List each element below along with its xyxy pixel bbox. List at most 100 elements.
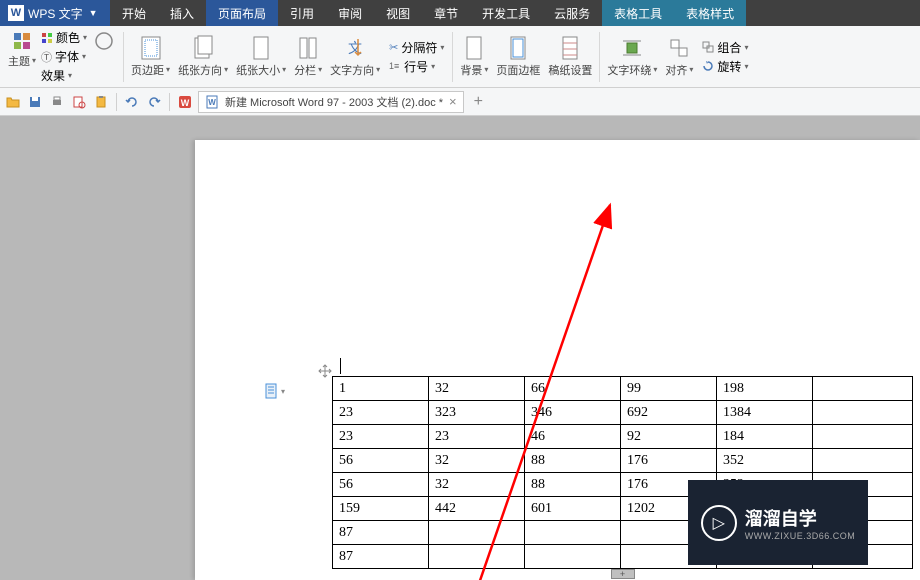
table-cell[interactable]: 32 (429, 377, 525, 401)
save-icon[interactable] (26, 93, 44, 111)
table-cell[interactable]: 87 (333, 521, 429, 545)
app-logo[interactable]: W WPS 文字 ▼ (4, 5, 102, 22)
table-cell[interactable]: 88 (525, 449, 621, 473)
table-row[interactable]: 1326699198 (333, 377, 913, 401)
manuscript-button[interactable]: 稿纸设置 (544, 34, 596, 80)
line-number-button[interactable]: 1≡行号▾ (386, 57, 447, 75)
menu-table-style[interactable]: 表格样式 (674, 0, 746, 26)
background-button[interactable]: 背景▾ (456, 34, 492, 80)
menu-chapter[interactable]: 章节 (422, 0, 470, 26)
text-direction-button[interactable]: 文 文字方向▾ (326, 34, 384, 80)
table-cell[interactable]: 352 (717, 449, 813, 473)
page-border-icon (506, 36, 530, 60)
table-cell[interactable]: 23 (333, 425, 429, 449)
menu-reference[interactable]: 引用 (278, 0, 326, 26)
wps-home-icon[interactable]: W (176, 93, 194, 111)
document-area: ▾ 13266991982332334669213842323469218456… (0, 116, 920, 580)
page-margin-icon (139, 36, 163, 60)
quick-separator (169, 93, 170, 111)
paper-size-button[interactable]: 纸张大小▾ (232, 34, 290, 80)
table-cell[interactable]: 92 (621, 425, 717, 449)
group-button[interactable]: 组合▾ (699, 38, 751, 56)
table-cell[interactable]: 66 (525, 377, 621, 401)
menu-cloud[interactable]: 云服务 (542, 0, 602, 26)
document-name: 新建 Microsoft Word 97 - 2003 文档 (2).doc * (225, 94, 443, 110)
table-cell[interactable]: 87 (333, 545, 429, 569)
table-cell[interactable]: 346 (525, 401, 621, 425)
table-row[interactable]: 23234692184 (333, 425, 913, 449)
table-cell[interactable]: 23 (333, 401, 429, 425)
document-tab[interactable]: W 新建 Microsoft Word 97 - 2003 文档 (2).doc… (198, 91, 464, 113)
table-cell[interactable]: 692 (621, 401, 717, 425)
page-border-button[interactable]: 页面边框 (492, 34, 544, 80)
add-tab-button[interactable]: + (468, 93, 489, 111)
menu-devtools[interactable]: 开发工具 (470, 0, 542, 26)
table-cell[interactable]: 323 (429, 401, 525, 425)
table-cell[interactable]: 56 (333, 449, 429, 473)
menu-start[interactable]: 开始 (110, 0, 158, 26)
table-cell[interactable]: 198 (717, 377, 813, 401)
table-cell[interactable] (525, 521, 621, 545)
table-cell[interactable]: 46 (525, 425, 621, 449)
table-cell[interactable]: 56 (333, 473, 429, 497)
table-cell[interactable]: 1 (333, 377, 429, 401)
undo-icon[interactable] (123, 93, 141, 111)
menu-table-tools[interactable]: 表格工具 (602, 0, 674, 26)
table-cell[interactable] (813, 401, 913, 425)
chevron-down-icon: ▼ (89, 8, 98, 18)
table-row[interactable]: 563288176352 (333, 449, 913, 473)
menu-page-layout[interactable]: 页面布局 (206, 0, 278, 26)
close-tab-icon[interactable]: × (449, 94, 457, 109)
table-cell[interactable]: 88 (525, 473, 621, 497)
paper-size-icon (249, 36, 273, 60)
table-cell[interactable]: 23 (429, 425, 525, 449)
menu-review[interactable]: 审阅 (326, 0, 374, 26)
table-cell[interactable]: 601 (525, 497, 621, 521)
table-cell[interactable]: 442 (429, 497, 525, 521)
table-cell[interactable]: 32 (429, 449, 525, 473)
align-button[interactable]: 对齐▾ (661, 34, 697, 80)
table-cell[interactable]: 159 (333, 497, 429, 521)
paste-icon[interactable] (92, 93, 110, 111)
open-icon[interactable] (4, 93, 22, 111)
table-cell[interactable] (813, 449, 913, 473)
table-cell[interactable]: 184 (717, 425, 813, 449)
svg-text:文: 文 (348, 41, 362, 57)
redo-icon[interactable] (145, 93, 163, 111)
separator-button[interactable]: ✂分隔符▾ (386, 38, 447, 56)
table-cell[interactable]: 99 (621, 377, 717, 401)
effect-icon[interactable] (92, 29, 116, 53)
table-cell[interactable] (525, 545, 621, 569)
table-cell[interactable]: 1384 (717, 401, 813, 425)
page-margin-button[interactable]: 页边距▾ (127, 34, 174, 80)
theme-icon[interactable] (10, 29, 34, 53)
table-cell[interactable]: 176 (621, 449, 717, 473)
table-cell[interactable] (813, 425, 913, 449)
theme-label[interactable]: 主题▾ (8, 53, 36, 69)
paper-direction-button[interactable]: 纸张方向▾ (174, 34, 232, 80)
svg-text:1≡: 1≡ (389, 61, 399, 71)
theme-group: 主题▾ 颜色▾ Ⓣ字体▾ 效果▾ (4, 27, 120, 87)
quick-separator (116, 93, 117, 111)
color-button[interactable]: 颜色▾ (38, 29, 90, 47)
table-move-handle[interactable] (318, 364, 332, 378)
print-icon[interactable] (48, 93, 66, 111)
font-button[interactable]: Ⓣ字体▾ (38, 48, 90, 66)
table-cell[interactable] (429, 545, 525, 569)
menu-insert[interactable]: 插入 (158, 0, 206, 26)
menu-view[interactable]: 视图 (374, 0, 422, 26)
effect-button[interactable]: 效果▾ (38, 67, 90, 85)
ribbon-separator (123, 32, 124, 82)
table-cell[interactable]: 32 (429, 473, 525, 497)
rotate-button[interactable]: 旋转▾ (699, 57, 751, 75)
text-wrap-button[interactable]: 文字环绕▾ (603, 34, 661, 80)
table-cell[interactable] (429, 521, 525, 545)
table-row[interactable]: 233233466921384 (333, 401, 913, 425)
table-add-row-button[interactable]: + (611, 569, 635, 579)
columns-button[interactable]: 分栏▾ (290, 34, 326, 80)
text-wrap-icon (620, 36, 644, 60)
watermark-title: 溜溜自学 (745, 505, 856, 531)
print-preview-icon[interactable] (70, 93, 88, 111)
paragraph-options-icon[interactable]: ▾ (265, 383, 285, 399)
table-cell[interactable] (813, 377, 913, 401)
